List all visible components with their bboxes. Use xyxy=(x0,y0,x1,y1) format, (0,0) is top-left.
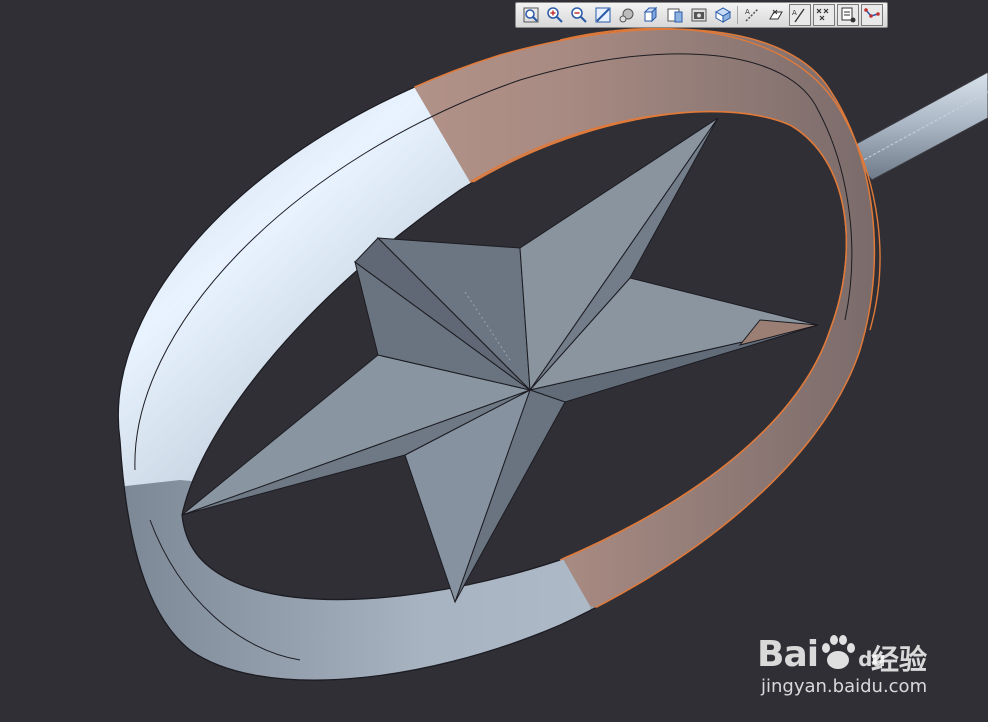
datum-axes-icon: A xyxy=(745,8,759,22)
datum-planes-icon xyxy=(714,7,732,23)
spin-center-icon xyxy=(619,8,634,23)
view-toolbar: A A xyxy=(515,2,888,28)
coordinate-systems-icon: A xyxy=(792,8,805,23)
sketch-display-icon xyxy=(864,8,880,18)
datum-planes-button[interactable] xyxy=(712,4,734,26)
svg-text:A: A xyxy=(792,9,797,17)
datum-points-icon xyxy=(769,9,783,20)
display-style-icon xyxy=(643,6,658,23)
handle-shaft[interactable] xyxy=(844,71,988,181)
watermark-url: jingyan.baidu.com xyxy=(761,676,928,697)
coordinate-systems-button[interactable]: A xyxy=(789,4,811,26)
zoom-in-button[interactable] xyxy=(544,4,566,26)
view-manager-icon xyxy=(691,8,707,22)
watermark-chinese: 经验 xyxy=(871,643,928,676)
saved-views-icon xyxy=(667,8,683,23)
zoom-in-icon xyxy=(547,7,563,23)
watermark-brand: Bai du xyxy=(757,634,886,675)
repaint-icon xyxy=(595,7,611,23)
toolbar-separator xyxy=(737,6,738,24)
datum-points-button[interactable] xyxy=(765,4,787,26)
sketch-display-button[interactable] xyxy=(861,4,883,26)
display-style-button[interactable] xyxy=(640,4,662,26)
svg-text:A: A xyxy=(745,8,750,16)
annotations-icon xyxy=(816,8,829,21)
annotations-button[interactable] xyxy=(813,4,835,26)
paw-logo-icon xyxy=(822,635,856,669)
zoom-out-icon xyxy=(571,7,587,23)
spin-center-button[interactable] xyxy=(616,4,638,26)
zoom-out-button[interactable] xyxy=(568,4,590,26)
view-manager-button[interactable] xyxy=(688,4,710,26)
zoom-fit-button[interactable] xyxy=(520,4,542,26)
point-tags-button[interactable] xyxy=(837,4,859,26)
point-tags-icon xyxy=(841,7,856,23)
saved-views-button[interactable] xyxy=(664,4,686,26)
repaint-button[interactable] xyxy=(592,4,614,26)
zoom-fit-icon xyxy=(523,7,539,23)
baidu-jingyan-watermark: Bai du 经验 jingyan.baidu.com xyxy=(755,612,975,704)
datum-axes-button[interactable]: A xyxy=(741,4,763,26)
